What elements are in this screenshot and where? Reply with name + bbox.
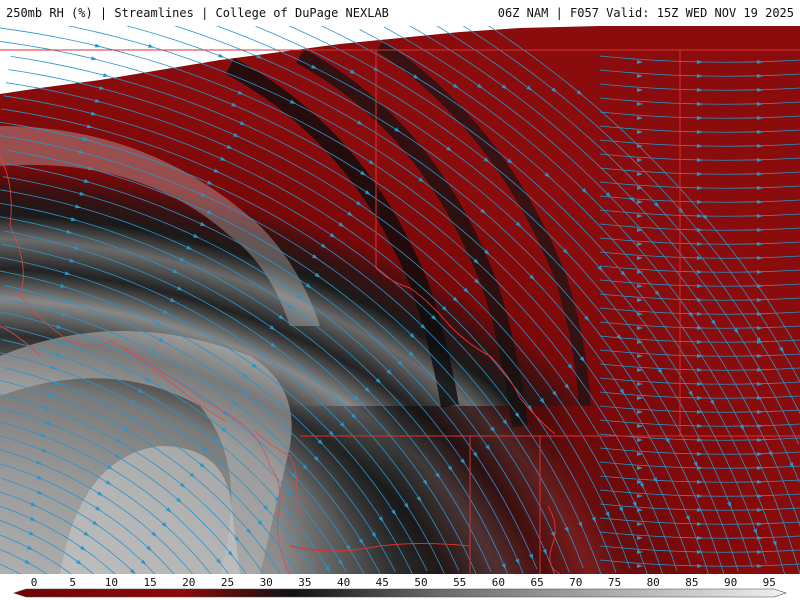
map-title: 250mb RH (%) | Streamlines | College of …: [6, 6, 389, 20]
header-bar: 250mb RH (%) | Streamlines | College of …: [0, 0, 800, 26]
model-run-info: 06Z NAM | F057 Valid: 15Z WED NOV 19 202…: [497, 6, 794, 20]
rh-streamline-map: [0, 20, 800, 579]
colorbar-labels: 0 5 10 15 20 25 30 35 40 45 50 55 60 65 70 75 80 85 90 95: [0, 576, 800, 589]
colorbar: 0 5 10 15 20 25 30 35 40 45 50 55 60 65 70 75 80 85 90 95: [0, 574, 800, 600]
map-svg: [0, 20, 800, 579]
weather-map-page: 250mb RH (%) | Streamlines | College of …: [0, 0, 800, 600]
colorbar-ramp: [13, 588, 787, 598]
